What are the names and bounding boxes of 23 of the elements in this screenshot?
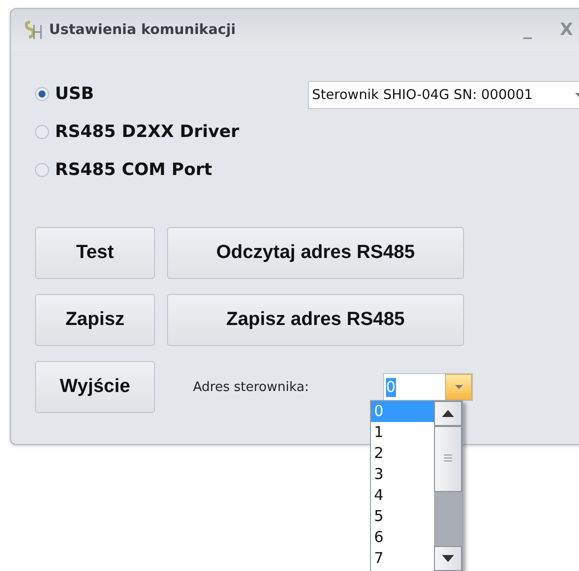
radio-label[interactable]: RS485 D2XX Driver	[55, 122, 240, 142]
action-button[interactable]: Wyjście	[35, 361, 155, 413]
dropdown-value: Sterownik SHIO-04G SN: 000001	[312, 87, 533, 103]
action-button[interactable]: Test	[35, 227, 155, 279]
scroll-thumb[interactable]	[434, 426, 462, 492]
scroll-up-button[interactable]	[434, 401, 462, 426]
radio-button[interactable]	[35, 163, 49, 177]
grip-icon	[444, 454, 452, 464]
window-title: Ustawienia komunikacji	[49, 22, 237, 38]
radio-label[interactable]: RS485 COM Port	[55, 160, 212, 180]
radio-button[interactable]	[35, 87, 49, 101]
caret-icon	[454, 385, 462, 389]
combo-value: 0	[386, 378, 396, 397]
up-arrow-icon	[442, 410, 454, 417]
scroll-down-button[interactable]	[434, 546, 462, 571]
action-button[interactable]: Zapisz	[35, 294, 155, 346]
device-dropdown[interactable]: Sterownik SHIO-04G SN: 000001	[308, 81, 579, 109]
action-button[interactable]: Odczytaj adres RS485	[167, 227, 464, 279]
down-arrow-icon	[442, 555, 454, 562]
radio-button[interactable]	[35, 125, 49, 139]
address-label: Adres sterownika:	[193, 380, 310, 394]
action-button[interactable]: Zapisz adres RS485	[167, 294, 464, 346]
radio-label[interactable]: USB	[55, 84, 94, 104]
